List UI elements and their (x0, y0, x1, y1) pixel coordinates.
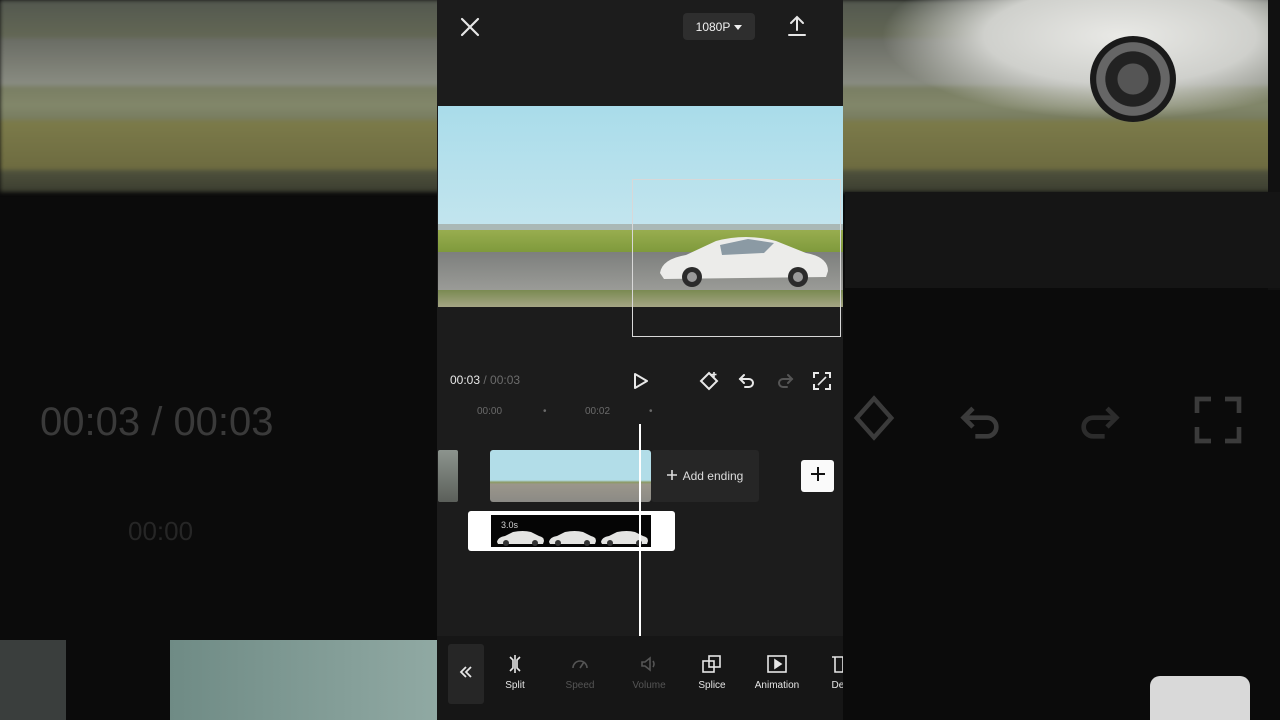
background-car-blur (880, 0, 1280, 120)
top-bar: 1080P (437, 0, 843, 56)
export-icon[interactable] (786, 14, 808, 38)
speed-icon (550, 654, 610, 674)
ruler-label: 00:02 (585, 406, 611, 417)
playback-controls: 00:03 / 00:03 (437, 366, 843, 396)
chevron-down-icon (734, 20, 743, 34)
video-clip[interactable] (490, 450, 651, 502)
undo-icon-mirror (952, 392, 1008, 461)
keyframe-icon[interactable] (698, 370, 720, 392)
double-chevron-left-icon (458, 664, 474, 685)
time-ruler[interactable]: 00:00 • 00:02 • (437, 406, 843, 422)
split-label: Split (505, 680, 525, 691)
editor-panel: 1080P 00:03 / 00:03 00:00 • 00:02 • Add … (437, 0, 843, 720)
background-wheel-blur (1090, 36, 1176, 122)
plus-icon (666, 469, 677, 483)
resolution-dropdown[interactable]: 1080P (683, 13, 755, 40)
add-ending-button[interactable]: Add ending (651, 450, 759, 502)
fullscreen-icon-mirror (1190, 392, 1246, 461)
overlay-frame-thumb (497, 531, 544, 546)
current-time: 00:03 (450, 373, 481, 387)
redo-icon[interactable] (774, 370, 796, 392)
background-button (1150, 676, 1250, 720)
speed-tool[interactable]: Speed (550, 654, 610, 708)
overlay-duration-label: 3.0s (501, 520, 519, 530)
animation-icon (747, 654, 807, 674)
keyframe-icon-mirror (848, 392, 900, 457)
plus-icon (810, 466, 826, 487)
delete-tool[interactable]: Del (809, 654, 843, 708)
volume-label: Volume (632, 680, 666, 691)
overlay-frame-thumb (601, 531, 648, 546)
volume-icon (619, 654, 679, 674)
overlay-frame-thumb (549, 531, 596, 546)
bottom-toolbar: Split Speed Volume Splice Animation De (437, 636, 843, 720)
splice-tool[interactable]: Splice (682, 654, 742, 708)
overlay-clip[interactable]: 3.0s (468, 511, 675, 551)
overlay-selection-box[interactable] (632, 179, 841, 337)
previous-clip-thumb[interactable] (438, 450, 458, 502)
ruler-dot: • (543, 406, 547, 417)
splice-label: Splice (698, 680, 726, 691)
playhead[interactable] (639, 424, 641, 636)
close-icon[interactable] (457, 14, 483, 40)
animation-label: Animation (754, 680, 800, 691)
app-screen: 00:03 / 00:03 00:00 1080P 00:03 / 00:03 … (0, 0, 1280, 720)
ruler-label: 00:00 (477, 406, 503, 417)
redo-icon-mirror (1072, 392, 1128, 461)
collapse-toolbar-button[interactable] (448, 644, 484, 704)
fullscreen-icon[interactable] (811, 370, 833, 392)
delete-icon (809, 654, 843, 674)
delete-label: Del (831, 680, 843, 691)
play-icon[interactable] (629, 370, 651, 392)
time-readout: 00:03 / 00:03 (450, 373, 520, 387)
split-icon (485, 654, 545, 674)
background-ruler-mirror: 00:00 (128, 516, 194, 546)
background-thumb (0, 640, 66, 720)
add-clip-button[interactable] (801, 460, 834, 492)
resolution-label: 1080P (695, 19, 731, 34)
speed-label: Speed (565, 680, 595, 691)
splice-icon (682, 654, 742, 674)
duration-time: / 00:03 (480, 373, 521, 387)
ruler-dot: • (649, 406, 653, 417)
add-ending-label: Add ending (682, 469, 744, 483)
undo-icon[interactable] (736, 370, 758, 392)
volume-tool[interactable]: Volume (619, 654, 679, 708)
background-time-mirror: 00:03 / 00:03 (40, 400, 274, 444)
split-tool[interactable]: Split (485, 654, 545, 708)
animation-tool[interactable]: Animation (747, 654, 807, 708)
overlay-clip-frames: 3.0s (491, 515, 651, 547)
background-panel (845, 192, 1280, 288)
background-thumb-teal (170, 640, 437, 720)
